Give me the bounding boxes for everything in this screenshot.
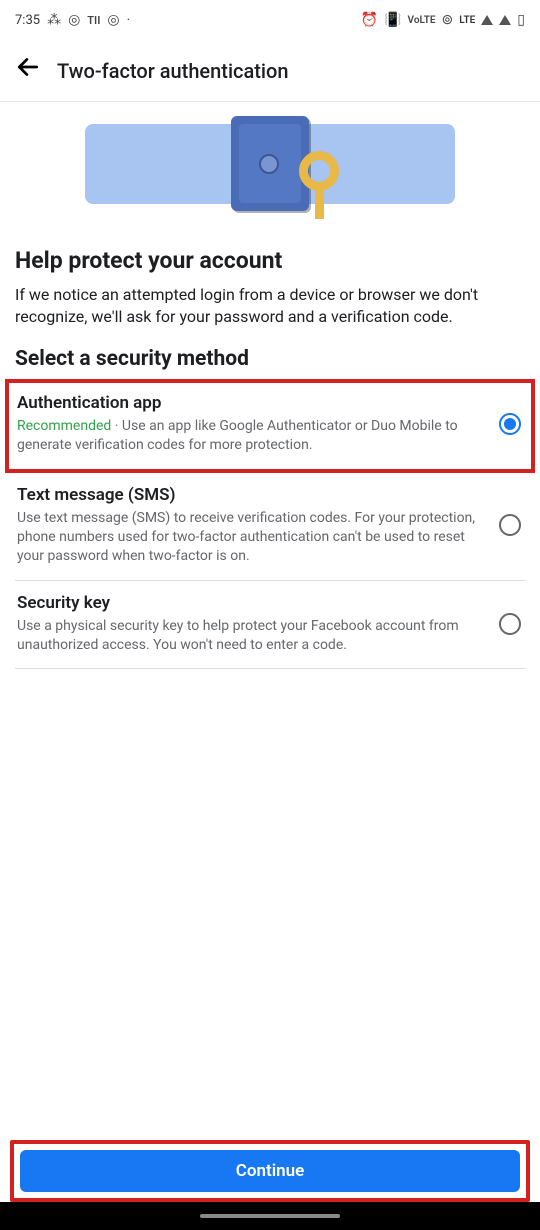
nav-pill[interactable] bbox=[200, 1214, 340, 1218]
hotspot-icon: ⊚ bbox=[442, 12, 454, 28]
continue-button[interactable]: Continue bbox=[20, 1150, 520, 1192]
dot-icon: · bbox=[127, 12, 131, 28]
status-left: 7:35 ⁂ ◎ TII ◎ · bbox=[15, 12, 130, 28]
option-text-message-sms[interactable]: Text message (SMS) Use text message (SMS… bbox=[15, 473, 525, 581]
footer: Continue bbox=[0, 1140, 540, 1202]
option-title: Security key bbox=[17, 593, 489, 613]
radio-selected-icon[interactable] bbox=[499, 413, 521, 435]
vibrate-icon: 📳 bbox=[384, 12, 401, 28]
intro-heading: Help protect your account bbox=[15, 247, 525, 274]
option-desc: Recommended · Use an app like Google Aut… bbox=[17, 417, 489, 455]
option-title: Text message (SMS) bbox=[17, 485, 489, 505]
continue-highlight: Continue bbox=[10, 1140, 530, 1202]
option-authentication-app[interactable]: Authentication app Recommended · Use an … bbox=[5, 379, 535, 473]
instagram-icon: ◎ bbox=[68, 12, 80, 28]
signal-icon-2 bbox=[499, 15, 511, 25]
status-time: 7:35 bbox=[15, 13, 40, 28]
signal-icon-1 bbox=[481, 15, 493, 25]
radio-unselected-icon[interactable] bbox=[499, 514, 521, 536]
option-title: Authentication app bbox=[17, 393, 489, 413]
android-nav-bar bbox=[0, 1202, 540, 1230]
volte-icon: VoLTE bbox=[408, 15, 436, 26]
status-bar: 7:35 ⁂ ◎ TII ◎ · ⏰ 📳 VoLTE ⊚ LTE ▯ bbox=[0, 0, 540, 40]
option-desc: Use a physical security key to help prot… bbox=[17, 617, 489, 655]
intro-body: If we notice an attempted login from a d… bbox=[15, 284, 525, 327]
back-arrow-icon[interactable] bbox=[15, 54, 41, 87]
radio-unselected-icon[interactable] bbox=[499, 613, 521, 635]
status-right: ⏰ 📳 VoLTE ⊚ LTE ▯ bbox=[361, 12, 525, 28]
alarm-icon: ⏰ bbox=[361, 12, 378, 28]
recommended-label: Recommended bbox=[17, 418, 111, 434]
page-title: Two-factor authentication bbox=[57, 59, 289, 83]
network-label: LTE bbox=[459, 15, 475, 26]
main-content: Help protect your account If we notice a… bbox=[0, 221, 540, 669]
tii-icon: TII bbox=[87, 14, 100, 27]
page-header: Two-factor authentication bbox=[0, 40, 540, 102]
instagram-icon-2: ◎ bbox=[107, 12, 119, 28]
teams-icon: ⁂ bbox=[47, 12, 61, 28]
battery-icon: ▯ bbox=[517, 12, 525, 28]
option-desc: Use text message (SMS) to receive verifi… bbox=[17, 509, 489, 566]
safe-illustration bbox=[85, 116, 455, 211]
section-heading: Select a security method bbox=[15, 347, 525, 371]
option-security-key[interactable]: Security key Use a physical security key… bbox=[15, 581, 525, 670]
